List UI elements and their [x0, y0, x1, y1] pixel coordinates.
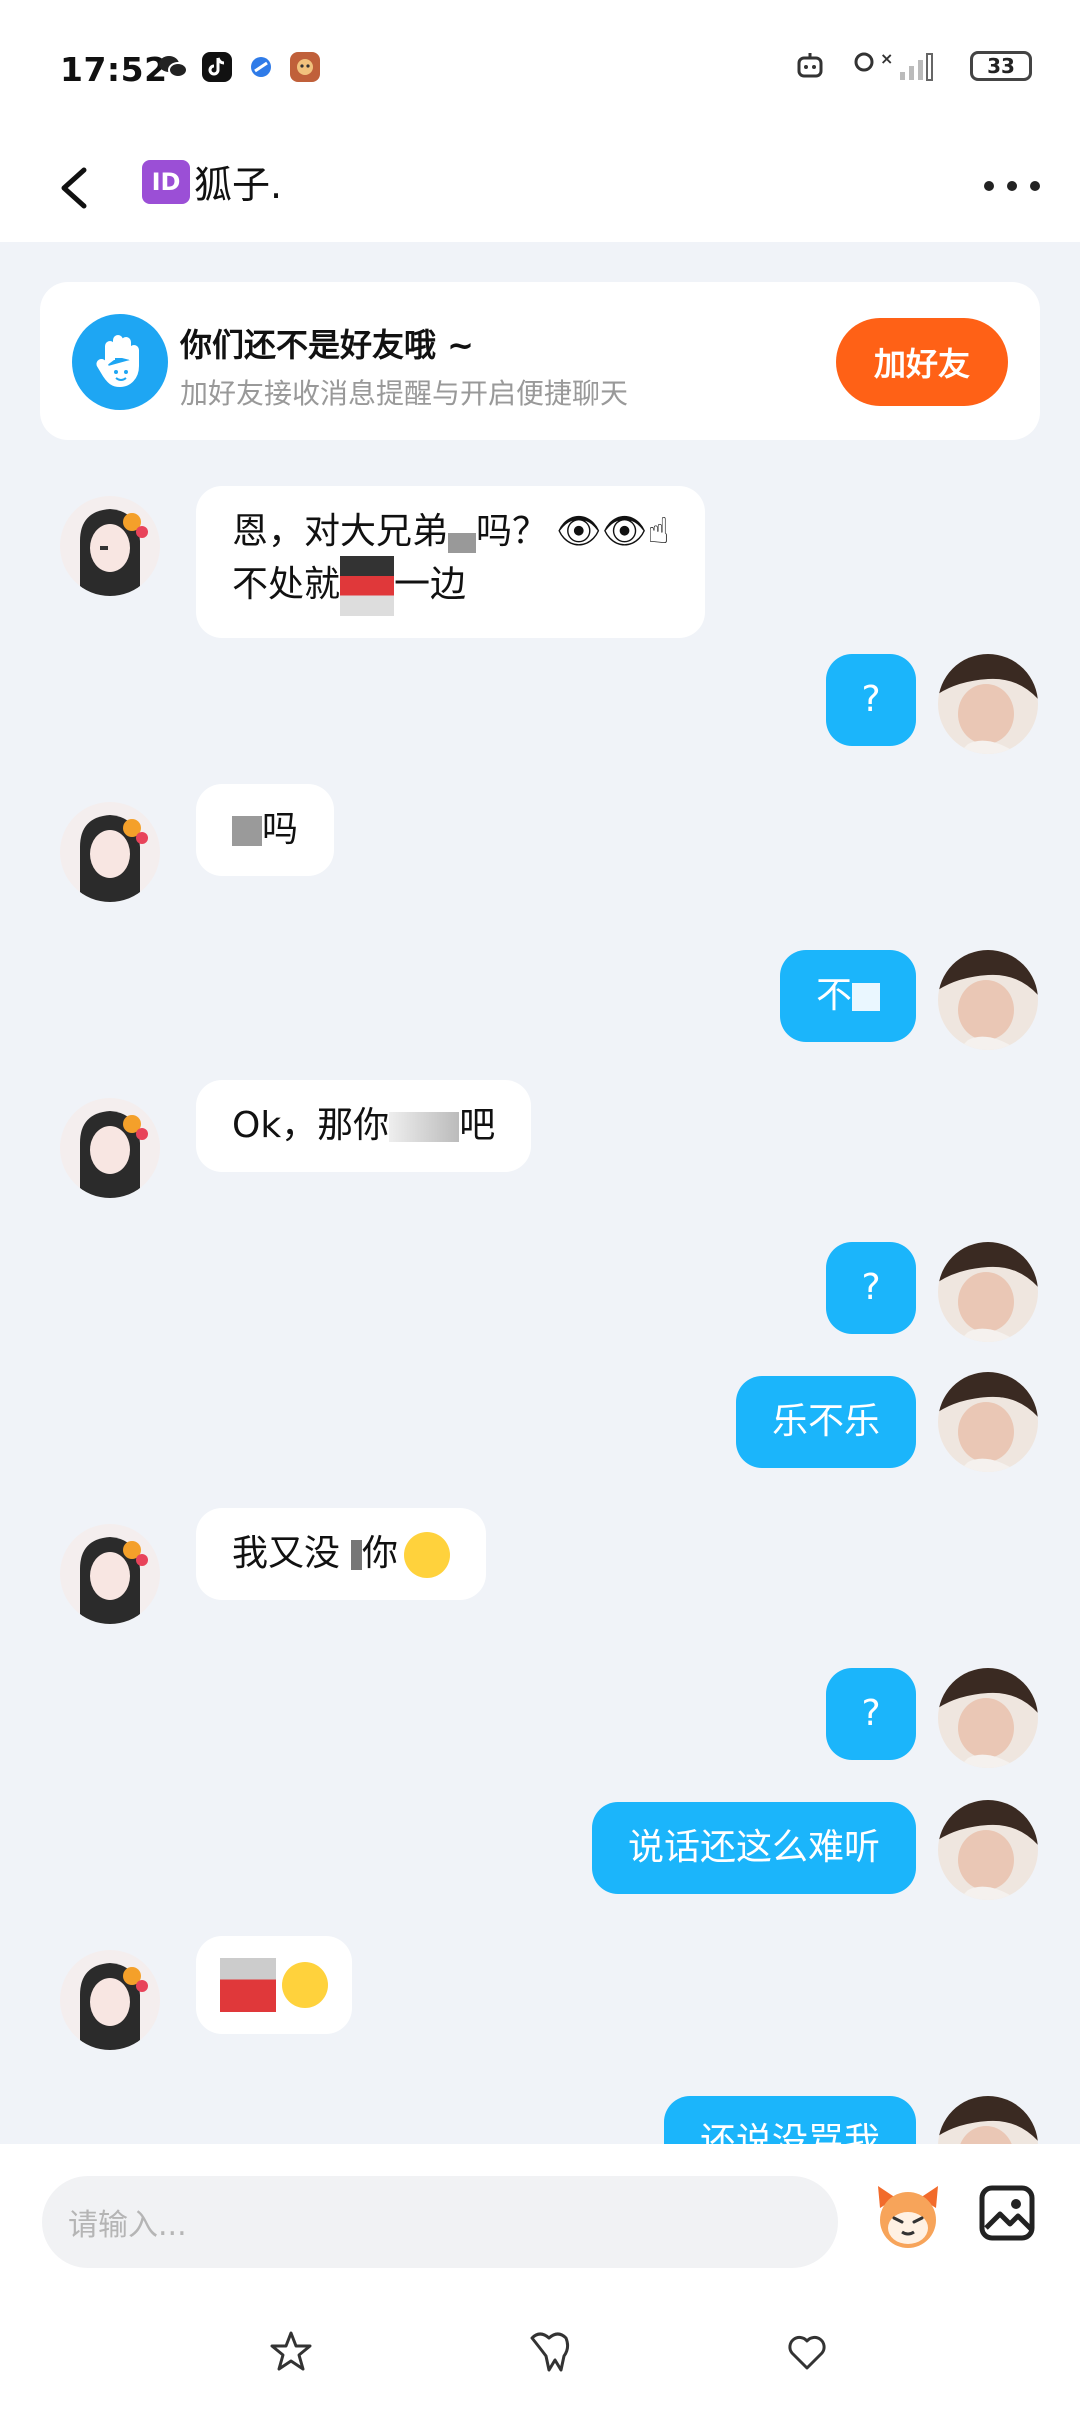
message-bubble-sent[interactable]: 说话还这么难听 [591, 1802, 916, 1894]
message-bubble-sent[interactable]: 乐不乐 [735, 1376, 916, 1468]
message-bubble-sent[interactable]: ? [826, 1668, 916, 1760]
my-avatar[interactable] [938, 1372, 1038, 1472]
heart-icon [788, 2335, 826, 2370]
dot-icon [1030, 181, 1040, 191]
status-indicators: × 33 [794, 48, 1032, 84]
image-button[interactable] [978, 2184, 1036, 2242]
message-bubble-sent[interactable]: 不 [779, 950, 916, 1042]
svg-text:×: × [880, 49, 893, 68]
message-text: ? [861, 1693, 881, 1734]
sticker-face-icon [282, 1962, 328, 2008]
dot-icon [984, 181, 994, 191]
contact-avatar[interactable] [60, 1950, 160, 2050]
signal-icon: × [854, 49, 933, 81]
message-text: 吗 [262, 809, 299, 850]
message-bubble-received[interactable]: Ok，那你 吧 [196, 1080, 532, 1172]
add-friend-button[interactable]: 加好友 [836, 318, 1008, 406]
wechat-icon [158, 52, 188, 82]
message-bubble-received[interactable] [196, 1936, 352, 2034]
tiktok-icon [202, 52, 232, 82]
status-time: 17:52 [60, 50, 168, 89]
mosaic-blur [340, 556, 395, 616]
message-text: 乐不乐 [771, 1401, 880, 1442]
hand-wave-icon [72, 314, 168, 410]
like-button[interactable] [784, 2328, 830, 2374]
contact-name: 狐子. [194, 163, 283, 207]
tooth-icon [530, 2332, 570, 2372]
my-avatar[interactable] [938, 950, 1038, 1050]
chat-title[interactable]: ID 狐子. [142, 154, 282, 209]
message-bubble-received[interactable]: 恩，对大兄弟 吗？ 👁👁☝ 不处就 一边 [196, 486, 706, 638]
my-avatar[interactable] [938, 1242, 1038, 1342]
contact-avatar[interactable] [60, 802, 160, 902]
sticker-face-icon [404, 1532, 451, 1578]
contact-avatar[interactable] [60, 1098, 160, 1198]
message-text: Ok，那你 [232, 1105, 390, 1146]
chevron-left-icon [61, 167, 87, 209]
star-icon [270, 2331, 312, 2371]
message-text: 不处就 [232, 564, 341, 605]
input-bar: 请输入... [0, 2144, 1080, 2412]
browser-icon [246, 52, 276, 82]
mosaic-blur [852, 983, 880, 1011]
star-button[interactable] [268, 2328, 314, 2374]
chat-area[interactable]: 你们还不是好友哦 ~ 加好友接收消息提醒与开启便捷聊天 加好友 恩，对大兄弟 吗？… [0, 242, 1080, 2144]
more-options-button[interactable] [984, 166, 1040, 206]
message-bubble-sent[interactable]: ? [826, 654, 916, 746]
image-icon [979, 2185, 1035, 2241]
robot-icon [797, 53, 823, 78]
gift-button[interactable] [526, 2328, 572, 2374]
message-text: 吗？ [476, 511, 549, 552]
message-text: 一边 [394, 564, 467, 605]
message-text: ? [861, 1267, 881, 1308]
mosaic-blur [340, 1540, 363, 1570]
bottom-actions [0, 2328, 1080, 2388]
notice-title: 你们还不是好友哦 ~ [180, 326, 474, 364]
message-text: 还说没骂我 [699, 2121, 880, 2144]
id-badge-icon: ID [142, 159, 190, 204]
message-bubble-sent[interactable]: 还说没骂我 [663, 2096, 916, 2144]
sticker-button[interactable] [870, 2178, 946, 2254]
eye-emoji-icon: 👁 [601, 511, 648, 552]
contact-avatar[interactable] [60, 1524, 160, 1624]
message-bubble-sent[interactable]: ? [826, 1242, 916, 1334]
message-text: 吧 [459, 1105, 496, 1146]
message-input[interactable]: 请输入... [42, 2176, 838, 2268]
message-text: 你 [362, 1533, 399, 1574]
my-avatar[interactable] [938, 1800, 1038, 1900]
my-avatar[interactable] [938, 654, 1038, 754]
pointing-up-emoji-icon: ☝ [647, 511, 670, 552]
message-text: ? [861, 679, 881, 720]
battery-indicator: 33 [970, 51, 1032, 81]
message-bubble-received[interactable]: 吗 [196, 784, 335, 876]
mascot-sticker-icon [878, 2186, 938, 2248]
back-button[interactable] [52, 158, 102, 218]
mosaic-blur [448, 513, 477, 553]
game-icon [290, 52, 320, 82]
message-text: 说话还这么难听 [627, 1827, 880, 1868]
dot-icon [1007, 181, 1017, 191]
notice-subtitle: 加好友接收消息提醒与开启便捷聊天 [180, 377, 629, 410]
my-avatar[interactable] [938, 1668, 1038, 1768]
message-text: 我又没 [232, 1533, 341, 1574]
chat-header: ID 狐子. [0, 136, 1080, 242]
status-bar: 17:52 × 33 [0, 0, 1080, 136]
status-app-icons [158, 52, 320, 82]
not-friends-notice: 你们还不是好友哦 ~ 加好友接收消息提醒与开启便捷聊天 加好友 [40, 282, 1040, 440]
contact-avatar[interactable] [60, 496, 160, 596]
mosaic-blur [220, 1958, 276, 2012]
eye-emoji-icon: 👁 [556, 511, 602, 552]
message-bubble-received[interactable]: 我又没你 [196, 1508, 487, 1600]
mosaic-blur [389, 1112, 460, 1142]
my-avatar[interactable] [938, 2096, 1038, 2144]
mosaic-blur [232, 816, 262, 846]
message-text: 恩，对大兄弟 [232, 511, 449, 552]
message-text: 不 [815, 975, 852, 1016]
